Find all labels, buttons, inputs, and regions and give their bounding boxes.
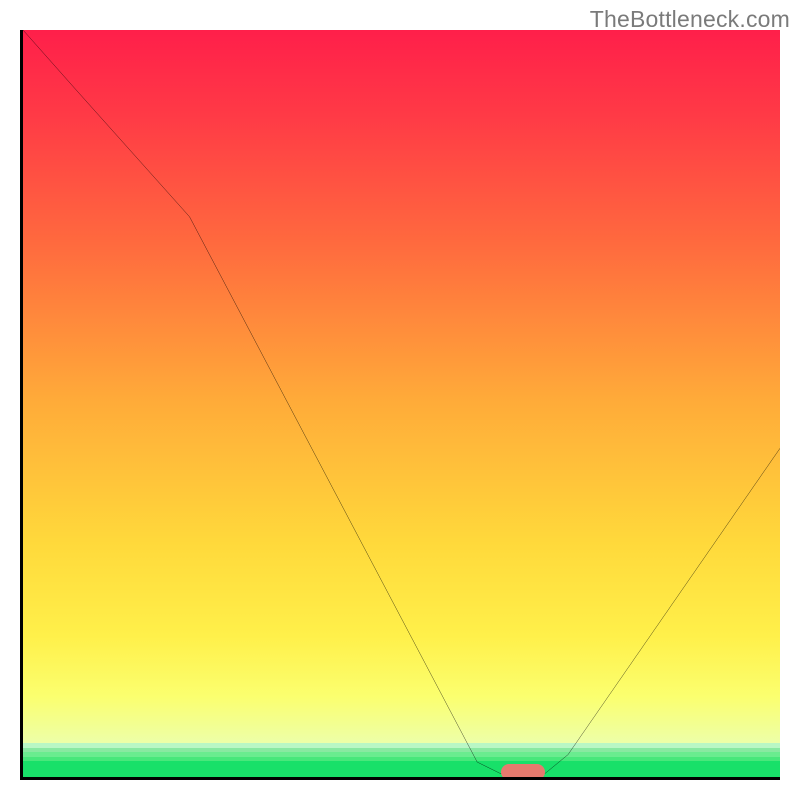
chart-container: TheBottleneck.com [0, 0, 800, 800]
optimal-point-marker [501, 764, 545, 780]
chart-plot-area [20, 30, 780, 780]
green-band-5 [23, 761, 780, 777]
chart-background [23, 30, 780, 777]
watermark-text: TheBottleneck.com [590, 6, 790, 33]
gradient-red-to-yellow [23, 30, 780, 743]
